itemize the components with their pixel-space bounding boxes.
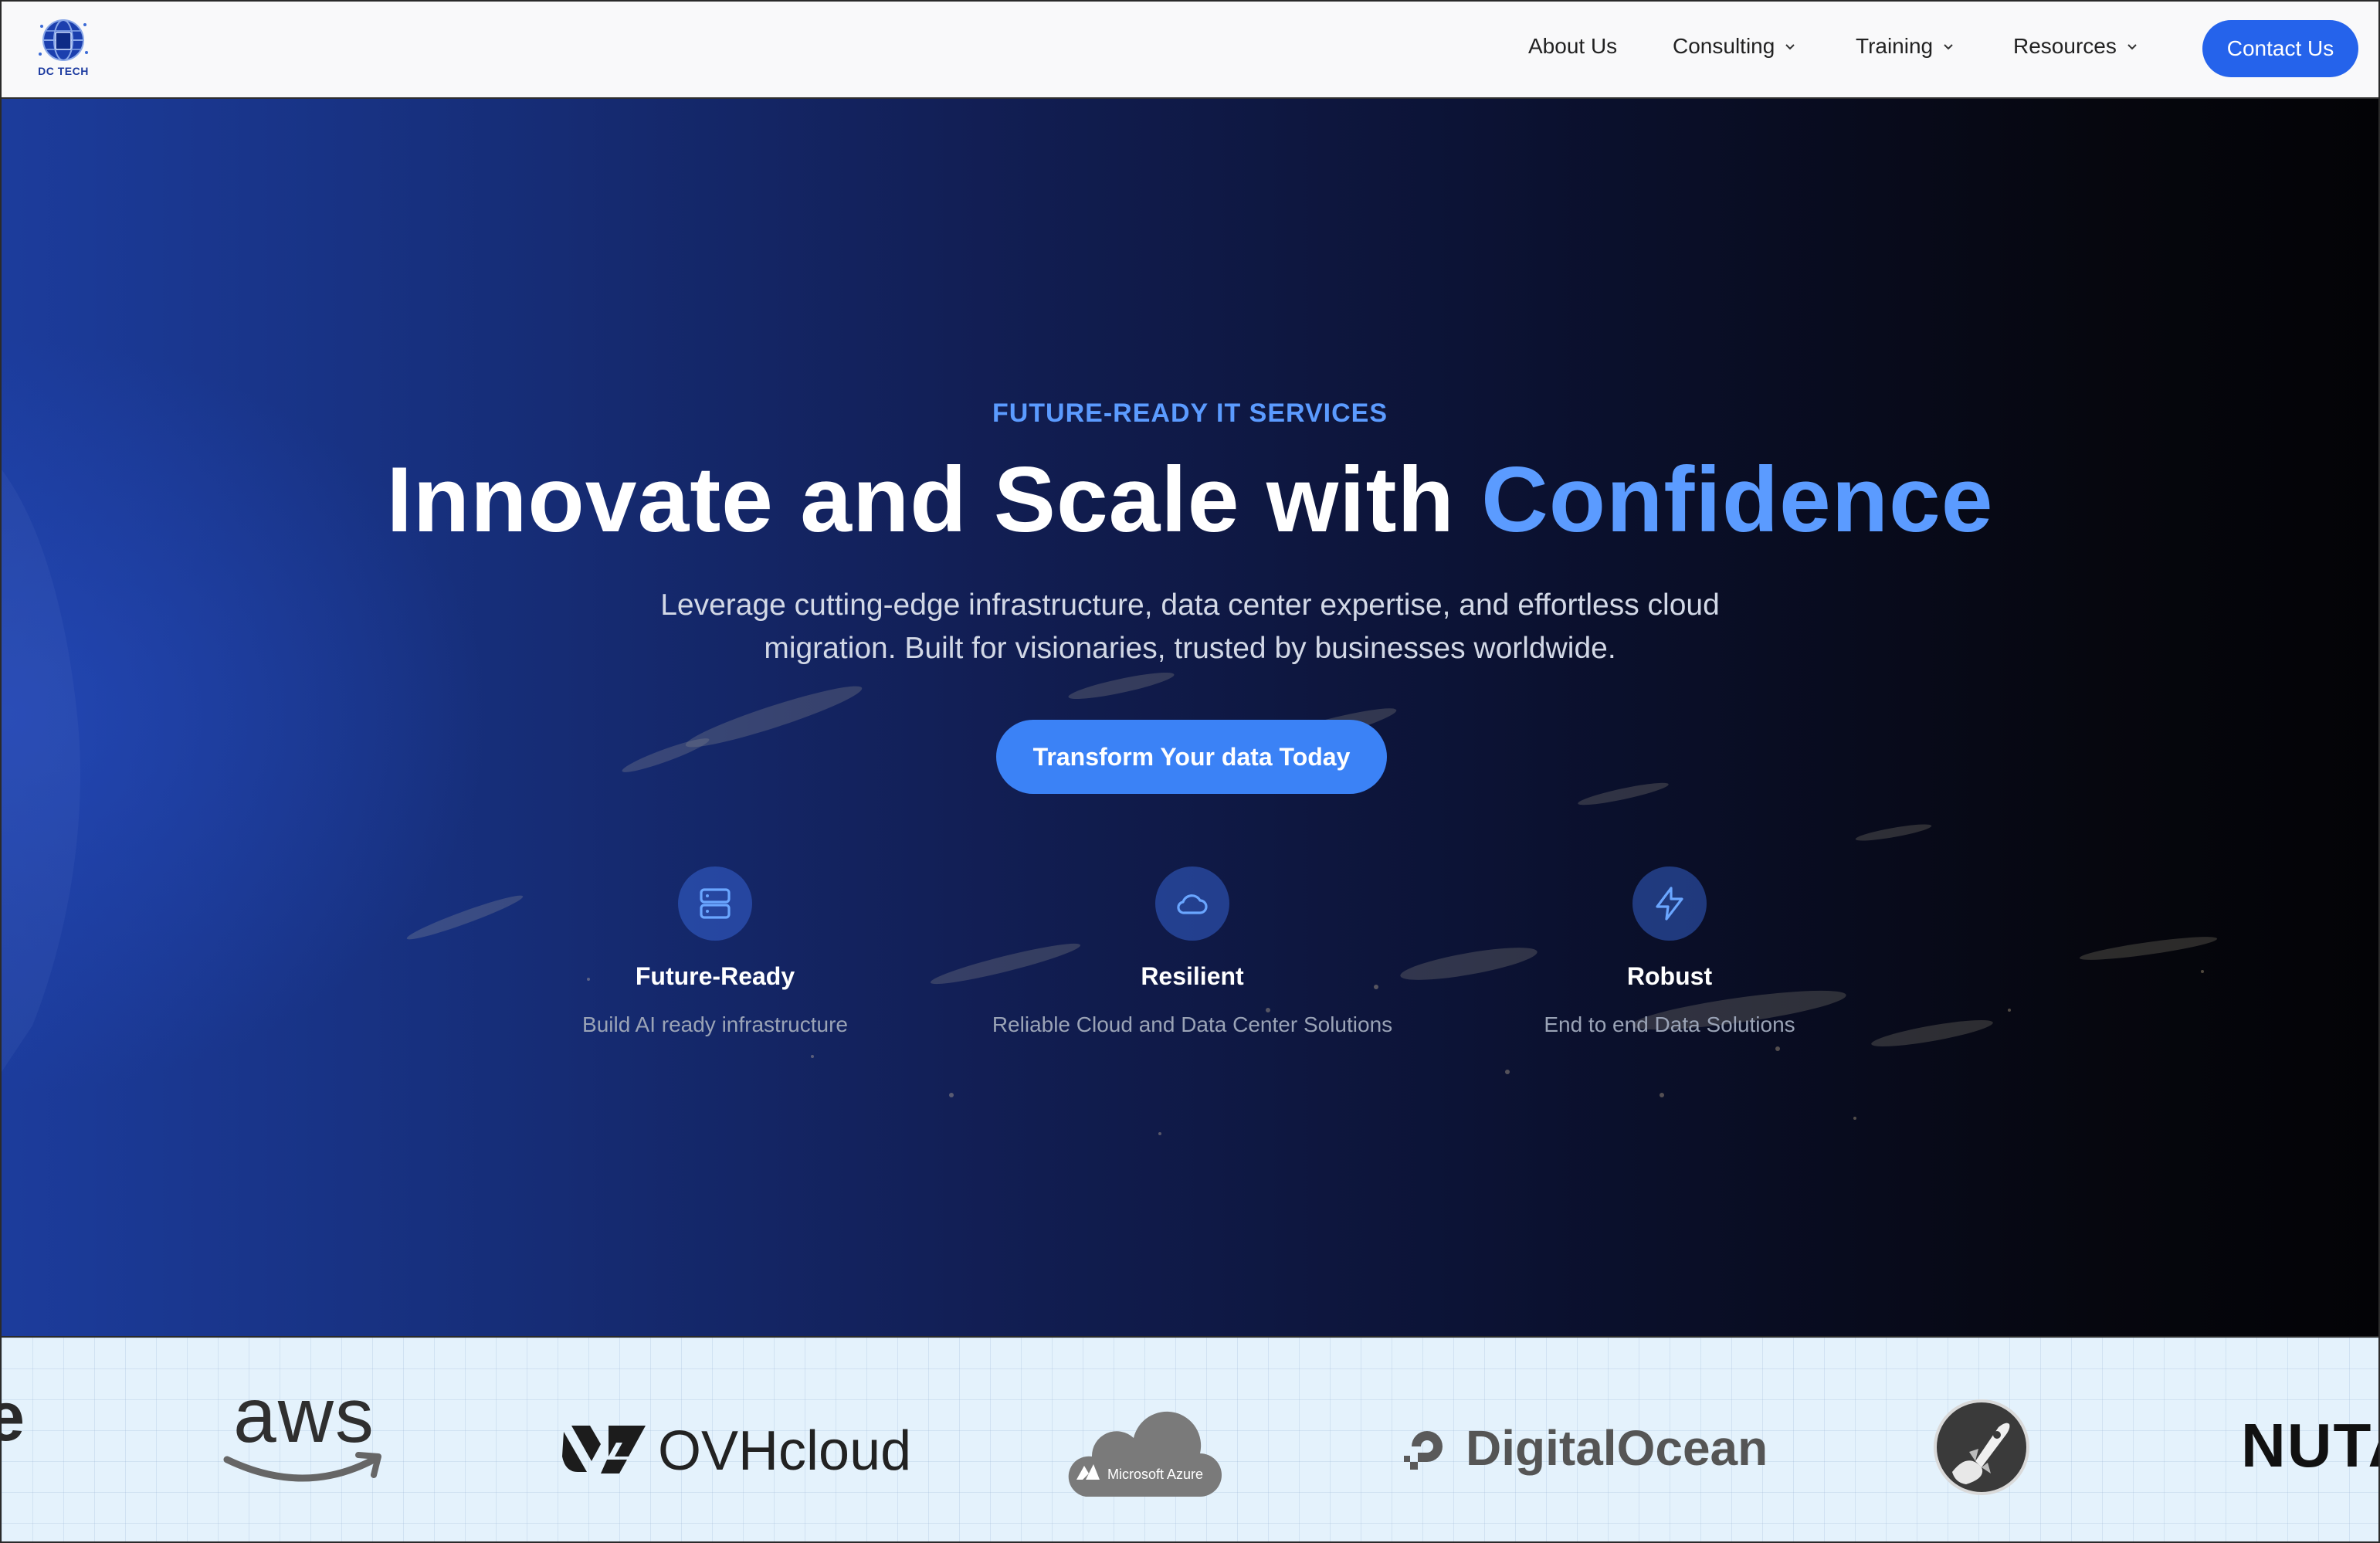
ovh-mark-icon — [562, 1426, 646, 1473]
digitalocean-text: DigitalOcean — [1466, 1420, 1768, 1476]
feature-title: Robust — [1626, 962, 1713, 990]
hero-section: FUTURE-READY IT SERVICES Innovate and Sc… — [2, 99, 2378, 1336]
cloud-icon — [1155, 866, 1229, 941]
lightning-icon — [1632, 866, 1707, 941]
rocket-badge-logo — [1932, 1398, 2031, 1497]
partner-logo-strip: e aws OVHcloud M — [2, 1336, 2378, 1541]
ovhcloud-text: OVHcloud — [658, 1420, 912, 1482]
feature-title: Resilient — [1141, 962, 1244, 990]
hero-eyebrow: FUTURE-READY IT SERVICES — [992, 398, 1388, 428]
ovhcloud-logo: OVHcloud — [561, 1419, 911, 1483]
feature-desc: Build AI ready infrastructure — [582, 1012, 848, 1036]
brand-logo[interactable]: DC TECH — [32, 15, 94, 85]
nav-about-us[interactable]: About Us — [1528, 34, 1617, 59]
azure-cloud-icon — [1068, 1411, 1222, 1497]
chevron-down-icon — [2127, 44, 2137, 50]
hero-subtitle: Leverage cutting-edge infrastructure, da… — [660, 588, 1720, 665]
nav-about-us-label: About Us — [1528, 34, 1618, 58]
nav-training[interactable]: Training — [1856, 34, 1955, 59]
server-icon — [678, 866, 752, 941]
hero-headline: Innovate and Scale with Confidence — [2, 446, 2378, 553]
feature-title: Future-Ready — [635, 962, 795, 990]
feature-desc: End to end Data Solutions — [1544, 1012, 1795, 1036]
feature-robust: Robust End to end Data Solutions — [1453, 866, 1886, 1037]
headline-main: Innovate and Scale with — [386, 448, 1482, 551]
aws-smile-icon — [223, 1452, 381, 1482]
chevron-down-icon — [1785, 44, 1795, 50]
nav-consulting[interactable]: Consulting — [1673, 34, 1796, 59]
nav-resources[interactable]: Resources — [2013, 34, 2138, 59]
digitalocean-mark-icon — [1404, 1431, 1443, 1470]
partial-logo-left: e — [2, 1378, 25, 1457]
feature-desc: Reliable Cloud and Data Center Solutions — [992, 1012, 1393, 1036]
rocket-icon — [1934, 1399, 2029, 1495]
nav-resources-label: Resources — [2013, 34, 2117, 58]
nav-training-label: Training — [1856, 34, 1934, 58]
transform-data-cta-button[interactable]: Transform Your data Today — [996, 720, 1387, 794]
aws-logo-text: aws — [233, 1372, 375, 1459]
contact-us-button[interactable]: Contact Us — [2202, 20, 2358, 77]
feature-resilient: Resilient Reliable Cloud and Data Center… — [976, 866, 1409, 1037]
feature-future-ready: Future-Ready Build AI ready infrastructu… — [499, 866, 931, 1037]
chevron-down-icon — [1944, 44, 1953, 50]
aws-logo: aws — [219, 1372, 389, 1504]
page: DC TECH About Us Consulting Training Res… — [0, 0, 2380, 1543]
logo-text: DC TECH — [38, 65, 89, 77]
nav-consulting-label: Consulting — [1673, 34, 1775, 58]
headline-accent: Confidence — [1481, 448, 1994, 551]
azure-text: Microsoft Azure — [1107, 1467, 1204, 1482]
microsoft-azure-logo: Microsoft Azure — [1063, 1398, 1223, 1500]
nutanix-logo: NUTANIX — [2241, 1411, 2378, 1480]
globe-logo-icon — [39, 19, 88, 61]
digitalocean-logo: DigitalOcean — [1399, 1419, 1768, 1477]
earth-night-background — [2, 470, 2218, 1135]
top-nav: DC TECH About Us Consulting Training Res… — [2, 2, 2378, 99]
